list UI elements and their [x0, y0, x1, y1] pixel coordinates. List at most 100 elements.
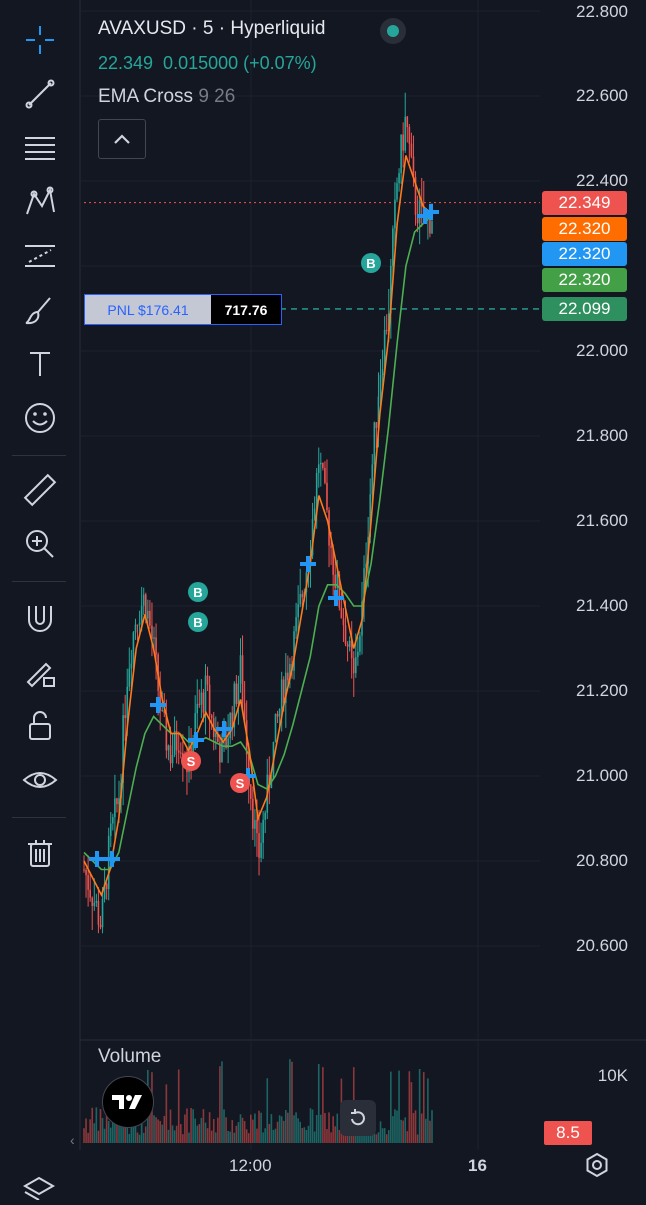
scroll-left-icon[interactable]: ‹ — [70, 1132, 75, 1148]
brush-icon[interactable] — [14, 288, 66, 332]
volume-bar — [231, 1120, 234, 1143]
candle-body — [301, 594, 304, 598]
candle-body — [101, 898, 104, 928]
volume-bar — [404, 1117, 407, 1143]
volume-bar — [206, 1128, 209, 1143]
settings-icon[interactable] — [584, 1152, 610, 1178]
volume-bar — [278, 1115, 281, 1143]
candle-body — [406, 116, 409, 127]
candle-body — [134, 624, 137, 633]
ruler-icon[interactable] — [14, 468, 66, 512]
volume-bar — [375, 1134, 378, 1143]
volume-bar — [235, 1125, 238, 1143]
volume-bar — [85, 1118, 87, 1143]
toolbar-separator — [12, 581, 66, 582]
volume-bar — [390, 1071, 392, 1143]
volume-bar — [136, 1132, 139, 1143]
candle-body — [198, 703, 201, 705]
sell-signal-marker-label: S — [236, 776, 245, 791]
last-price-tag: 22.349 — [542, 191, 627, 215]
volume-bar — [159, 1120, 161, 1143]
price-axis-label: 22.000 — [576, 341, 628, 360]
candle-body — [260, 842, 262, 858]
volume-bar — [161, 1124, 164, 1143]
volume-bar — [299, 1121, 302, 1143]
candle-body — [418, 200, 421, 224]
volume-bar — [420, 1113, 423, 1143]
candle-body — [128, 668, 131, 687]
volume-bar — [305, 1130, 308, 1143]
candle-body — [132, 632, 135, 664]
eye-icon[interactable] — [14, 758, 66, 802]
fib-icon[interactable] — [14, 126, 66, 170]
volume-bar — [297, 1118, 299, 1143]
candle-body — [256, 819, 258, 834]
volume-bar — [309, 1108, 312, 1143]
crosshair-icon[interactable] — [14, 18, 66, 62]
trend-line-icon[interactable] — [14, 72, 66, 116]
layers-icon[interactable] — [22, 1172, 56, 1201]
volume-bar — [177, 1069, 180, 1143]
lock-drawing-icon[interactable] — [14, 650, 66, 694]
candle-body — [274, 713, 277, 742]
volume-bar — [276, 1121, 279, 1143]
market-status-button[interactable] — [380, 18, 406, 44]
volume-bar — [406, 1131, 409, 1143]
text-icon[interactable] — [14, 342, 66, 386]
candle-body — [324, 467, 326, 483]
candle-body — [392, 228, 394, 266]
volume-bar — [416, 1134, 419, 1143]
volume-bar — [284, 1109, 287, 1143]
volume-bar — [208, 1112, 211, 1143]
candle-body — [107, 835, 110, 890]
candle-body — [99, 924, 102, 928]
candle-body — [167, 745, 170, 751]
volume-bar — [387, 1130, 390, 1143]
tradingview-logo[interactable] — [102, 1076, 154, 1128]
volume-bar — [186, 1108, 188, 1143]
zoom-in-icon[interactable] — [14, 522, 66, 566]
volume-bar — [254, 1113, 256, 1143]
price-axis-label: 21.600 — [576, 511, 628, 530]
candle-body — [112, 817, 114, 824]
candle-body — [130, 663, 133, 669]
candle-body — [357, 651, 359, 658]
unlock-icon[interactable] — [14, 704, 66, 748]
candle-body — [147, 610, 149, 619]
prediction-icon[interactable] — [14, 234, 66, 278]
emoji-icon[interactable] — [14, 396, 66, 440]
chart-canvas[interactable]: BBBSS — [0, 0, 646, 1200]
volume-bar — [293, 1115, 295, 1143]
volume-bar — [332, 1116, 334, 1143]
volume-bar — [101, 1118, 104, 1143]
volume-bar — [252, 1119, 254, 1143]
toolbar-separator — [12, 817, 66, 818]
volume-bar — [303, 1127, 306, 1143]
volume-bar — [241, 1117, 244, 1143]
candle-body — [97, 900, 100, 925]
candle-body — [93, 902, 96, 907]
volume-bar — [233, 1132, 236, 1143]
candle-body — [153, 637, 155, 639]
collapse-legend-button[interactable] — [98, 119, 146, 159]
time-axis-label: 12:00 — [229, 1156, 272, 1175]
position-pnl-box[interactable]: PNL $176.41 717.76 — [84, 294, 282, 325]
pattern-icon[interactable] — [14, 180, 66, 224]
magnet-icon[interactable] — [14, 596, 66, 640]
candle-body — [241, 655, 244, 704]
symbol-title[interactable]: AVAXUSD · 5 · Hyperliquid — [98, 18, 325, 40]
reset-chart-button[interactable] — [340, 1100, 376, 1136]
volume-bar — [87, 1132, 89, 1143]
volume-bar — [97, 1130, 100, 1143]
indicator-name: EMA Cross — [98, 86, 194, 107]
indicator-legend[interactable]: EMA Cross 9 26 — [98, 86, 235, 108]
price-axis-label: 22.600 — [576, 86, 628, 105]
volume-bar — [200, 1117, 203, 1143]
volume-bar — [245, 1129, 248, 1143]
volume-bar — [219, 1066, 221, 1143]
volume-bar — [414, 1110, 417, 1143]
trash-icon[interactable] — [14, 832, 66, 876]
candle-body — [346, 644, 349, 647]
volume-bar — [383, 1128, 386, 1143]
candle-body — [239, 655, 242, 684]
